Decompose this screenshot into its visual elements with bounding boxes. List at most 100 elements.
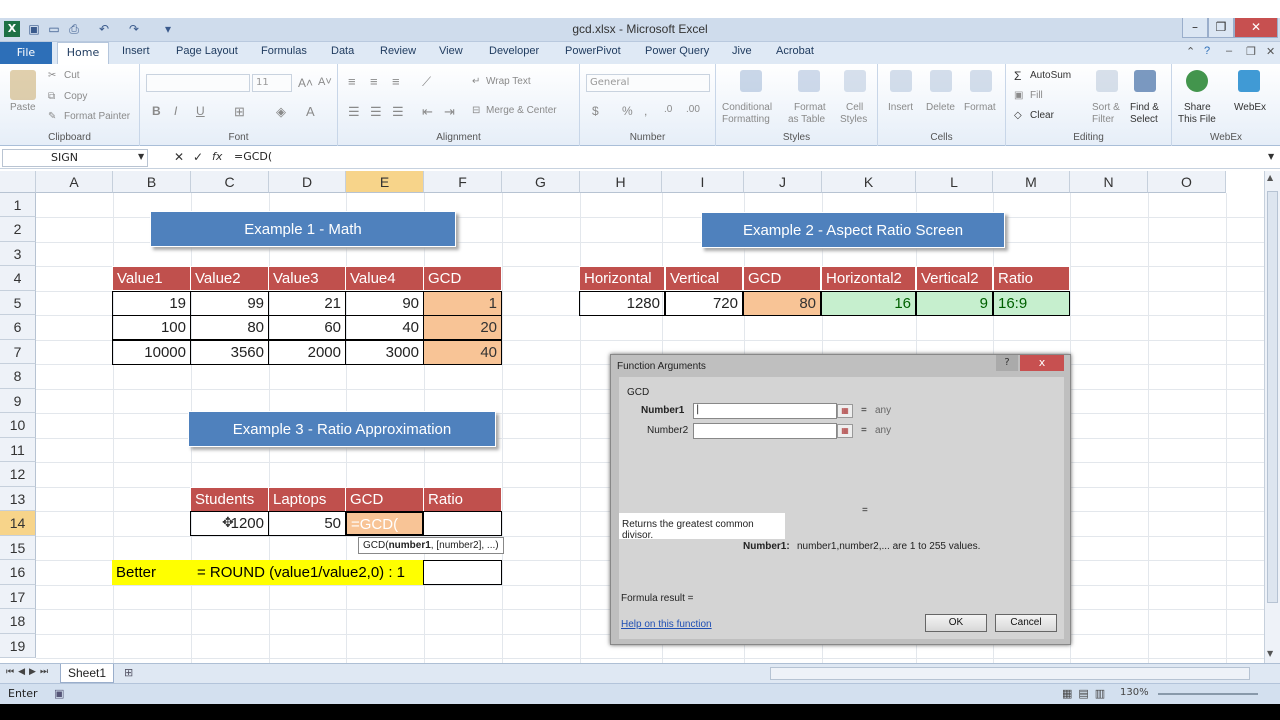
active-cell-gcd[interactable]: =GCD(: [345, 511, 424, 536]
ex2-cell[interactable]: 1280: [579, 291, 665, 316]
number2-input[interactable]: [693, 423, 837, 439]
ex1-cell[interactable]: 10000: [112, 340, 191, 365]
sheet-nav-icon[interactable]: ⏮◀▶⏭: [6, 667, 52, 677]
tab-page-layout[interactable]: Page Layout: [176, 45, 238, 57]
column-header-b[interactable]: B: [113, 171, 191, 193]
ex1-header-0[interactable]: Value1: [112, 266, 191, 291]
ex1-cell[interactable]: 3560: [190, 340, 269, 365]
font-name-box[interactable]: [146, 74, 250, 92]
row-header-5[interactable]: 5: [0, 291, 36, 315]
expand-formula-bar-icon[interactable]: ▼: [1268, 152, 1274, 161]
view-buttons-icon[interactable]: ▦▤▥: [1062, 687, 1111, 700]
row-header-11[interactable]: 11: [0, 438, 36, 462]
scroll-thumb[interactable]: [1267, 191, 1278, 603]
example2-banner[interactable]: Example 2 - Aspect Ratio Screen: [701, 212, 1005, 248]
fill-color-icon[interactable]: ◈: [276, 104, 286, 120]
paste-icon[interactable]: [10, 70, 36, 100]
column-header-f[interactable]: F: [424, 171, 502, 193]
ex1-cell[interactable]: 3000: [345, 340, 424, 365]
ex3-header-2[interactable]: GCD: [345, 487, 424, 512]
ribbon-minimize-icon[interactable]: ⌃: [1186, 45, 1195, 58]
row-header-9[interactable]: 9: [0, 389, 36, 413]
column-header-d[interactable]: D: [269, 171, 346, 193]
ex1-cell[interactable]: 80: [190, 315, 269, 340]
row-header-10[interactable]: 10: [0, 413, 36, 438]
tab-data[interactable]: Data: [331, 45, 354, 57]
row-header-15[interactable]: 15: [0, 536, 36, 560]
ex1-cell[interactable]: 40: [423, 340, 502, 365]
confirm-entry-icon[interactable]: ✓: [193, 150, 203, 164]
vertical-scrollbar[interactable]: ▲ ▼: [1264, 171, 1280, 663]
example1-banner[interactable]: Example 1 - Math: [150, 211, 456, 247]
bold-button[interactable]: B: [152, 104, 161, 118]
borders-icon[interactable]: ⊞: [234, 104, 245, 120]
tab-developer[interactable]: Developer: [489, 45, 539, 57]
ex2-cell[interactable]: 16: [821, 291, 916, 316]
increase-indent-icon[interactable]: ⇥: [444, 104, 455, 120]
ex2-header-1[interactable]: Vertical: [665, 266, 743, 291]
column-header-m[interactable]: M: [993, 171, 1070, 193]
row-header-1[interactable]: 1: [0, 193, 36, 217]
row-header-3[interactable]: 3: [0, 242, 36, 266]
ex3-header-0[interactable]: Students: [190, 487, 269, 512]
ex2-cell[interactable]: 80: [743, 291, 821, 316]
ex3-header-3[interactable]: Ratio: [423, 487, 502, 512]
align-right-icon[interactable]: ☰: [392, 104, 404, 120]
select-all-corner[interactable]: [0, 171, 36, 193]
ex1-cell[interactable]: 20: [423, 315, 502, 340]
copy-button[interactable]: Copy: [64, 91, 87, 102]
tab-home[interactable]: Home: [57, 42, 109, 65]
dialog-help-button[interactable]: ?: [996, 355, 1018, 371]
format-cells-button[interactable]: Format: [964, 102, 996, 113]
shrink-font-icon[interactable]: A˅: [318, 76, 332, 88]
ex1-cell[interactable]: 99: [190, 291, 269, 316]
align-center-icon[interactable]: ☰: [370, 104, 382, 120]
comma-icon[interactable]: ,: [644, 104, 647, 118]
ex1-cell[interactable]: 90: [345, 291, 424, 316]
minimize-button[interactable]: –: [1182, 18, 1208, 38]
cancel-entry-icon[interactable]: ✕: [174, 150, 184, 164]
sort-filter-button[interactable]: Sort &: [1092, 102, 1120, 113]
row-header-7[interactable]: 7: [0, 340, 36, 364]
name-box-dropdown-icon[interactable]: ▼: [138, 152, 144, 161]
macro-record-icon[interactable]: ▣: [54, 687, 64, 700]
dialog-close-button[interactable]: x: [1020, 355, 1064, 371]
formula-tooltip[interactable]: GCD(number1, [number2], ...): [358, 537, 504, 554]
align-top-icon[interactable]: ≡: [348, 74, 356, 89]
tab-power-query[interactable]: Power Query: [645, 45, 709, 57]
grow-font-icon[interactable]: A˄: [298, 76, 313, 90]
tab-formulas[interactable]: Formulas: [261, 45, 307, 57]
find-select-button[interactable]: Find &: [1130, 102, 1159, 113]
zoom-level[interactable]: 130%: [1120, 687, 1149, 698]
decrease-indent-icon[interactable]: ⇤: [422, 104, 433, 120]
ex2-header-4[interactable]: Vertical2: [916, 266, 993, 291]
row-header-19[interactable]: 19: [0, 634, 36, 658]
ex1-cell[interactable]: 60: [268, 315, 346, 340]
close-button[interactable]: ✕: [1234, 18, 1278, 38]
wrap-text-button[interactable]: Wrap Text: [486, 76, 531, 87]
doc-minimize-icon[interactable]: –: [1226, 45, 1232, 57]
column-header-k[interactable]: K: [822, 171, 916, 193]
row-header-6[interactable]: 6: [0, 315, 36, 340]
format-painter-button[interactable]: Format Painter: [64, 111, 130, 122]
share-file-button[interactable]: Share: [1184, 102, 1211, 113]
cut-button[interactable]: Cut: [64, 70, 80, 81]
column-header-o[interactable]: O: [1148, 171, 1226, 193]
format-as-table-button[interactable]: Format: [794, 102, 826, 113]
number1-range-picker-icon[interactable]: ▦: [837, 404, 853, 418]
align-middle-icon[interactable]: ≡: [370, 74, 378, 89]
tab-jive[interactable]: Jive: [732, 45, 752, 57]
doc-close-icon[interactable]: ✕: [1266, 45, 1275, 58]
fill-button[interactable]: Fill: [1030, 90, 1043, 101]
ex3-cell[interactable]: 50: [268, 511, 346, 536]
ex1-header-4[interactable]: GCD: [423, 266, 502, 291]
cancel-button[interactable]: Cancel: [995, 614, 1057, 632]
ex2-header-5[interactable]: Ratio: [993, 266, 1070, 291]
sheet-tab-sheet1[interactable]: Sheet1: [60, 664, 114, 683]
conditional-formatting-button[interactable]: Conditional: [722, 102, 772, 113]
webex-button[interactable]: WebEx: [1234, 102, 1266, 113]
percent-button[interactable]: %: [622, 104, 633, 118]
column-header-a[interactable]: A: [36, 171, 113, 193]
formula-input[interactable]: =GCD(: [234, 150, 272, 163]
ex1-cell[interactable]: 19: [112, 291, 191, 316]
